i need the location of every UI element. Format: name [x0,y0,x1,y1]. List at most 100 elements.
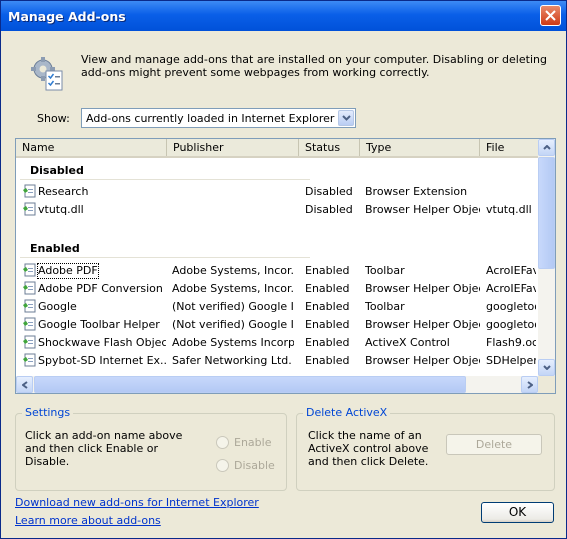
vertical-scrollbar[interactable] [538,139,555,376]
addons-settings-icon [31,57,63,91]
cell-name: Adobe PDF Conversion ... [38,282,166,295]
cell-status: Enabled [305,318,350,331]
addon-icon [23,353,36,367]
addon-row[interactable]: vtutq.dll Disabled Browser Helper Object vt… [16,201,538,219]
column-header-name[interactable]: Name [16,139,167,156]
cell-file: SDHelper.c [486,354,536,367]
column-header-file[interactable]: File [480,139,538,156]
scroll-left-button[interactable] [16,376,33,393]
cell-file: AcroIEFav [486,264,536,277]
scrollbar-corner [538,376,555,393]
addon-icon [23,281,36,295]
horizontal-scrollbar[interactable] [16,376,538,393]
cell-publisher: Adobe Systems, Incor... [172,282,294,295]
scroll-right-button[interactable] [521,376,538,393]
cell-status: Enabled [305,282,350,295]
disable-radio[interactable] [216,459,229,472]
show-dropdown-value: Add-ons currently loaded in Internet Exp… [86,112,335,125]
delete-activex-title: Delete ActiveX [303,406,391,419]
addon-icon [23,335,36,349]
title-bar[interactable]: Manage Add-ons [1,1,566,31]
cell-type: Browser Extension [365,185,468,198]
group-header-disabled: Disabled [30,164,84,177]
cell-status: Enabled [305,354,350,367]
delete-button[interactable]: Delete [446,434,542,455]
cell-file: googletool [486,300,536,313]
cell-name: Spybot-SD Internet Ex... [38,354,166,367]
cell-publisher: Adobe Systems Incorp... [172,336,294,349]
addon-icon [23,263,36,277]
addon-icon [23,184,36,198]
show-dropdown[interactable]: Add-ons currently loaded in Internet Exp… [81,108,356,128]
addon-row[interactable]: Google Toolbar Helper (Not verified) Goog… [16,316,538,334]
cell-file: vtutq.dll [486,203,532,216]
vertical-scroll-thumb[interactable] [538,157,555,269]
cell-status: Enabled [305,336,350,349]
cell-type: Browser Helper Object [365,354,480,367]
dropdown-arrow-button[interactable] [338,110,354,126]
settings-text: Click an add-on name above and then clic… [25,429,183,468]
cell-type: Browser Helper Object [365,282,480,295]
manage-addons-dialog: Manage Add-ons View and manage add-ons t… [0,0,567,539]
cell-type: Toolbar [365,300,405,313]
scroll-up-button[interactable] [538,139,555,156]
cell-file: Flash9.ocx [486,336,536,349]
addon-icon [23,317,36,331]
cell-type: Browser Helper Object [365,318,480,331]
download-addons-link[interactable]: Download new add-ons for Internet Explor… [15,496,259,509]
cell-name: vtutq.dll [38,203,84,216]
cell-name: Adobe PDF [37,263,99,279]
cell-name: Research [38,185,89,198]
cell-status: Disabled [305,185,353,198]
horizontal-scroll-thumb[interactable] [34,376,466,393]
cell-file: googletool [486,318,536,331]
addon-icon [23,299,36,313]
addons-list[interactable]: Name Publisher Status Type File Disabled… [15,138,556,394]
addon-icon [23,202,36,216]
group-divider [20,179,310,180]
enable-radio[interactable] [216,436,229,449]
settings-title: Settings [22,406,74,419]
settings-groupbox: Settings Click an add-on name above and … [15,406,287,491]
column-header-status[interactable]: Status [299,139,360,156]
chevron-down-icon [543,365,551,370]
learn-more-link[interactable]: Learn more about add-ons [15,514,161,527]
chevron-down-icon [342,115,351,121]
group-divider [20,257,310,258]
window-title: Manage Add-ons [8,9,126,24]
chevron-right-icon [527,381,533,389]
group-header-enabled: Enabled [30,242,80,255]
cell-type: ActiveX Control [365,336,450,349]
show-label: Show: [37,112,70,125]
scroll-down-button[interactable] [538,359,555,376]
addon-row[interactable]: Shockwave Flash Object Adobe Systems Inco… [16,334,538,352]
intro-text: View and manage add-ons that are install… [81,53,547,79]
cell-publisher: (Not verified) Google I... [172,300,294,313]
cell-name: Google Toolbar Helper [38,318,160,331]
cell-status: Enabled [305,300,350,313]
close-icon [545,10,556,21]
delete-activex-groupbox: Delete ActiveX Click the name of an Acti… [296,406,555,491]
column-header-publisher[interactable]: Publisher [167,139,299,156]
addon-row[interactable]: Adobe PDF Adobe Systems, Incor... Enabled T… [16,262,538,280]
cell-status: Enabled [305,264,350,277]
addon-row[interactable]: Spybot-SD Internet Ex... Safer Networking… [16,352,538,370]
cell-publisher: Adobe Systems, Incor... [172,264,294,277]
cell-publisher: (Not verified) Google I... [172,318,294,331]
cell-file: AcroIEFav [486,282,536,295]
cell-type: Browser Helper Object [365,203,480,216]
chevron-up-icon [543,145,551,150]
cell-publisher: Safer Networking Ltd. [172,354,292,367]
column-header-type[interactable]: Type [360,139,480,156]
delete-activex-text: Click the name of an ActiveX control abo… [308,429,429,468]
cell-name: Shockwave Flash Object [38,336,166,349]
enable-radio-label[interactable]: Enable [234,436,271,449]
close-button[interactable] [540,5,561,26]
disable-radio-label[interactable]: Disable [234,459,275,472]
addon-row[interactable]: Google (Not verified) Google I... Enabled T… [16,298,538,316]
list-header: Name Publisher Status Type File [16,139,538,158]
dialog-body: View and manage add-ons that are install… [4,31,563,537]
addon-row[interactable]: Research Disabled Browser Extension [16,183,538,201]
addon-row[interactable]: Adobe PDF Conversion ... Adobe Systems, I… [16,280,538,298]
ok-button[interactable]: OK [481,502,554,523]
